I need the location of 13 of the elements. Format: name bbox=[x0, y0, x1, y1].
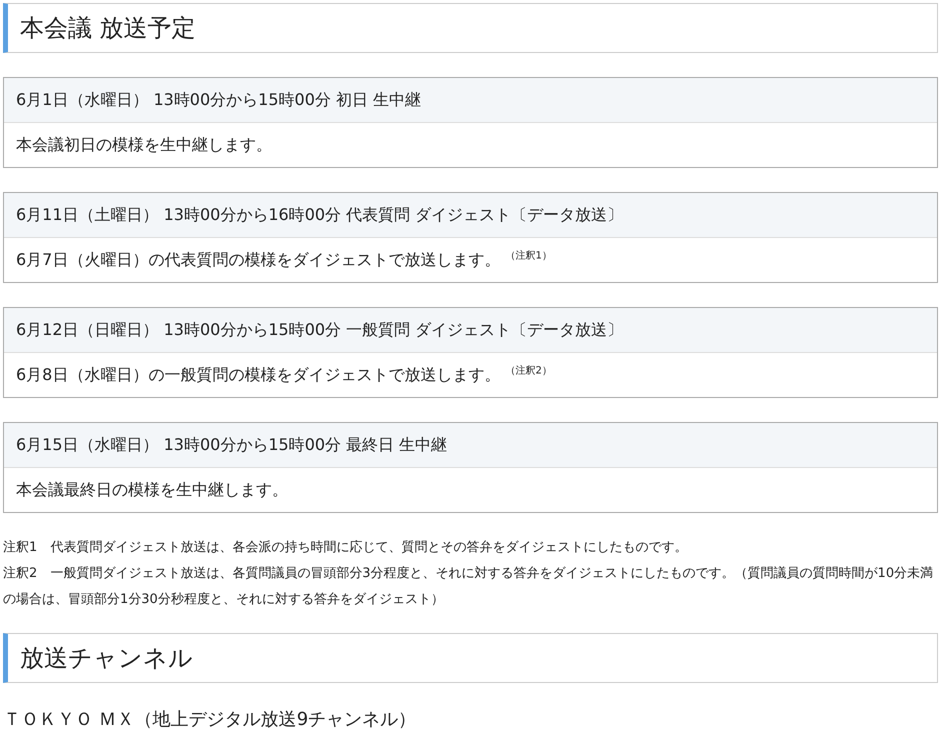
footnote: 注釈1 代表質問ダイジェスト放送は、各会派の持ち時間に応じて、質問とその答弁をダイジェストにしたものです。 bbox=[3, 539, 688, 557]
schedule-description: 本会議初日の模様を生中継します。 bbox=[15, 134, 273, 156]
schedule-header: 6月15日（水曜日） 13時00分から15時00分 最終日 生中継 bbox=[4, 423, 937, 468]
footnote: 注釈2 一般質問ダイジェスト放送は、各質問議員の冒頭部分3分程度と、それに対する答弁をダイジェストにしたものです。（質問議員の質問時間が10分未満の場合は、冒頭部分1分30分秒程度と、それに対する答弁をダイジェスト） bbox=[3, 565, 934, 609]
schedule-description: 6月8日（水曜日）の一般質問の模様をダイジェストで放送します。 $^{（注釈2）}$ bbox=[15, 364, 553, 386]
schedule-description: 本会議最終日の模様を生中継します。 bbox=[15, 479, 289, 501]
schedule-header: 6月1日（水曜日） 13時00分から15時00分 初日 生中継 bbox=[4, 78, 937, 123]
schedule-header: 6月12日（日曜日） 13時00分から15時00分 一般質問 ダイジェスト〔データ放送〕 bbox=[4, 308, 937, 353]
schedule-header: 6月11日（土曜日） 13時00分から16時00分 代表質問 ダイジェスト〔データ放送〕 bbox=[4, 193, 937, 238]
section-heading: 本会議 放送予定 bbox=[3, 3, 938, 53]
schedule-description: 6月7日（火曜日）の代表質問の模様をダイジェストで放送します。 $^{（注釈1）}$ bbox=[15, 249, 553, 271]
section-heading: 放送チャンネル bbox=[3, 633, 938, 683]
channel-text: ＴＯＫＹＯ ＭＸ（地上デジタル放送9チャンネル） bbox=[3, 708, 416, 731]
